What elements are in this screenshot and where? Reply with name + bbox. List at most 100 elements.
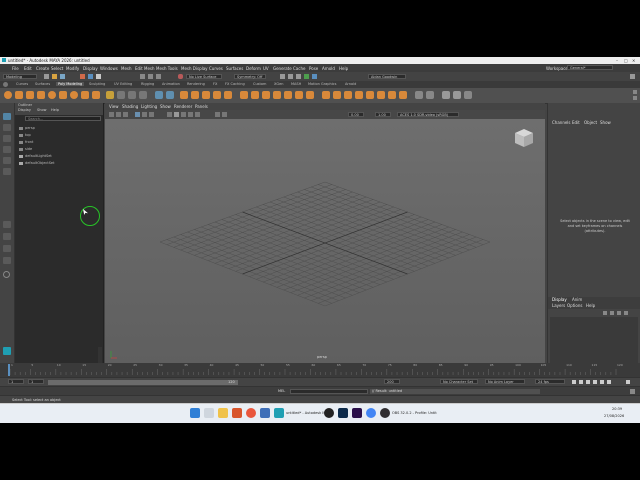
menu-curves[interactable]: Curves [209, 66, 223, 71]
merge-icon[interactable] [284, 91, 292, 99]
fill-hole-icon[interactable] [273, 91, 281, 99]
resolution-gate-icon[interactable] [149, 112, 154, 117]
shelf-scroll-down-icon[interactable] [633, 96, 637, 100]
channelbox-menu-edit[interactable]: Edit [572, 120, 580, 125]
time-slider[interactable]: 1 5 10 15 20 25 30 35 40 45 50 55 60 65 70 75 80 85 90 95 10… [0, 363, 640, 377]
shelf-tab-motion-graphics[interactable]: Motion Graphics [308, 82, 336, 86]
new-layer-selected-icon[interactable] [624, 311, 628, 315]
viewport-menu-panels[interactable]: Panels [195, 104, 208, 109]
outliner-item[interactable]: side [25, 147, 32, 151]
select-object-icon[interactable] [88, 74, 93, 79]
type-icon[interactable] [128, 91, 136, 99]
maya-taskbar-label[interactable]: untitled* - Autodesk MA [286, 411, 328, 415]
menu-pose[interactable]: Pose [309, 66, 318, 71]
snap-grid-icon[interactable] [140, 74, 145, 79]
save-scene-icon[interactable] [60, 74, 65, 79]
obs-taskbar-label[interactable]: OBS 32.0.2 - Profile: Untit [392, 411, 437, 415]
menu-mesh[interactable]: Mesh [121, 66, 132, 71]
persp-outliner-layout-icon[interactable] [3, 245, 11, 252]
outliner-menu-display[interactable]: Display [18, 108, 31, 112]
anim-layer-select[interactable]: No Anim Layer [485, 379, 525, 384]
menu-display[interactable]: Display [83, 66, 98, 71]
lasso-tool-icon[interactable] [3, 124, 11, 131]
layer-menu-options[interactable]: Options [567, 303, 582, 308]
outliner-search-input[interactable]: Search... [25, 116, 101, 121]
wireframe-icon[interactable] [167, 112, 172, 117]
script-editor-icon[interactable] [630, 389, 635, 394]
slide-edge-icon[interactable] [366, 91, 374, 99]
outliner-menu-show[interactable]: Show [37, 108, 46, 112]
shelf-tab-animation[interactable]: Animation [162, 82, 180, 86]
shelf-tab-curves[interactable]: Curves [16, 82, 28, 86]
smooth-icon[interactable] [180, 91, 188, 99]
separate-icon[interactable] [166, 91, 174, 99]
menu-uv[interactable]: UV [263, 66, 269, 71]
textured-icon[interactable] [181, 112, 186, 117]
text-tool-icon[interactable] [117, 91, 125, 99]
image-plane-icon[interactable] [123, 112, 128, 117]
menu-cache[interactable]: Cache [293, 66, 305, 71]
render-frame-icon[interactable] [280, 74, 285, 79]
channelbox-menu-show[interactable]: Show [600, 120, 611, 125]
outliner-item[interactable]: top [25, 133, 31, 137]
poly-cube-icon[interactable] [15, 91, 23, 99]
mel-label[interactable]: MEL [278, 389, 285, 393]
viewport-menu-renderer[interactable]: Renderer [174, 104, 192, 109]
viewport-menu-show[interactable]: Show [160, 104, 171, 109]
snap-curve-icon[interactable] [148, 74, 153, 79]
playback-end-field[interactable]: 200 [384, 379, 400, 384]
maximize-icon[interactable]: □ [624, 58, 628, 63]
outliner-item[interactable]: persp [25, 126, 35, 130]
grid-toggle-icon[interactable] [135, 112, 140, 117]
range-bar[interactable] [48, 380, 238, 385]
taskbar-app-icon[interactable] [260, 408, 270, 418]
shelf-gear-icon[interactable] [3, 82, 8, 87]
workspace-select[interactable]: General* [567, 65, 613, 70]
perspective-viewport[interactable]: persp [105, 119, 545, 363]
exposure-field[interactable]: 0.00 [348, 111, 364, 117]
append-icon[interactable] [262, 91, 270, 99]
windows-start-icon[interactable] [190, 408, 200, 418]
current-time-marker[interactable] [8, 364, 10, 376]
four-view-layout-icon[interactable] [3, 233, 11, 240]
chamfer-icon[interactable] [306, 91, 314, 99]
select-tool-icon[interactable] [3, 113, 11, 120]
select-hierarchy-icon[interactable] [80, 74, 85, 79]
step-back-icon[interactable] [579, 380, 583, 384]
go-to-start-icon[interactable] [572, 380, 576, 384]
poly-disc-icon[interactable] [70, 91, 78, 99]
ipr-render-icon[interactable] [288, 74, 293, 79]
menu-mesh-display[interactable]: Mesh Display [181, 66, 208, 71]
user-account-button[interactable]: Aidan Goodwin [368, 74, 406, 79]
go-to-end-icon[interactable] [607, 380, 611, 384]
menu-file[interactable]: File [12, 66, 19, 71]
scene-start-field[interactable]: 1 [8, 379, 24, 384]
outliner-menu-help[interactable]: Help [51, 108, 59, 112]
arnold-render-icon[interactable] [312, 74, 317, 79]
shelf-tab-rigging[interactable]: Rigging [141, 82, 154, 86]
play-backwards-icon[interactable] [586, 380, 590, 384]
close-icon[interactable]: ✕ [632, 58, 635, 63]
super-shape-icon[interactable] [92, 91, 100, 99]
file-explorer-icon[interactable] [218, 408, 228, 418]
film-gate-icon[interactable] [142, 112, 147, 117]
gamma-field[interactable]: 1.00 [375, 111, 391, 117]
toggle-sidebar-icon[interactable] [630, 74, 635, 79]
multi-cut-icon[interactable] [322, 91, 330, 99]
browser-icon[interactable] [246, 408, 256, 418]
paint-select-tool-icon[interactable] [3, 135, 11, 142]
shelf-tab-surfaces[interactable]: Surfaces [35, 82, 50, 86]
shelf-tab-fx-caching[interactable]: FX Caching [225, 82, 245, 86]
step-forward-icon[interactable] [600, 380, 604, 384]
view-cube-icon[interactable] [513, 127, 535, 149]
shelf-tab-custom[interactable]: Custom [253, 82, 266, 86]
premiere-icon[interactable] [352, 408, 362, 418]
extract-icon[interactable] [202, 91, 210, 99]
mel-input[interactable] [290, 388, 368, 394]
menu-arnold[interactable]: Arnold [322, 66, 335, 71]
svg-icon[interactable] [139, 91, 147, 99]
channelbox-menu-object[interactable]: Object [584, 120, 597, 125]
xray-icon[interactable] [222, 112, 227, 117]
sweep-mesh-icon[interactable] [106, 91, 114, 99]
shelf-tab-rendering[interactable]: Rendering [187, 82, 205, 86]
